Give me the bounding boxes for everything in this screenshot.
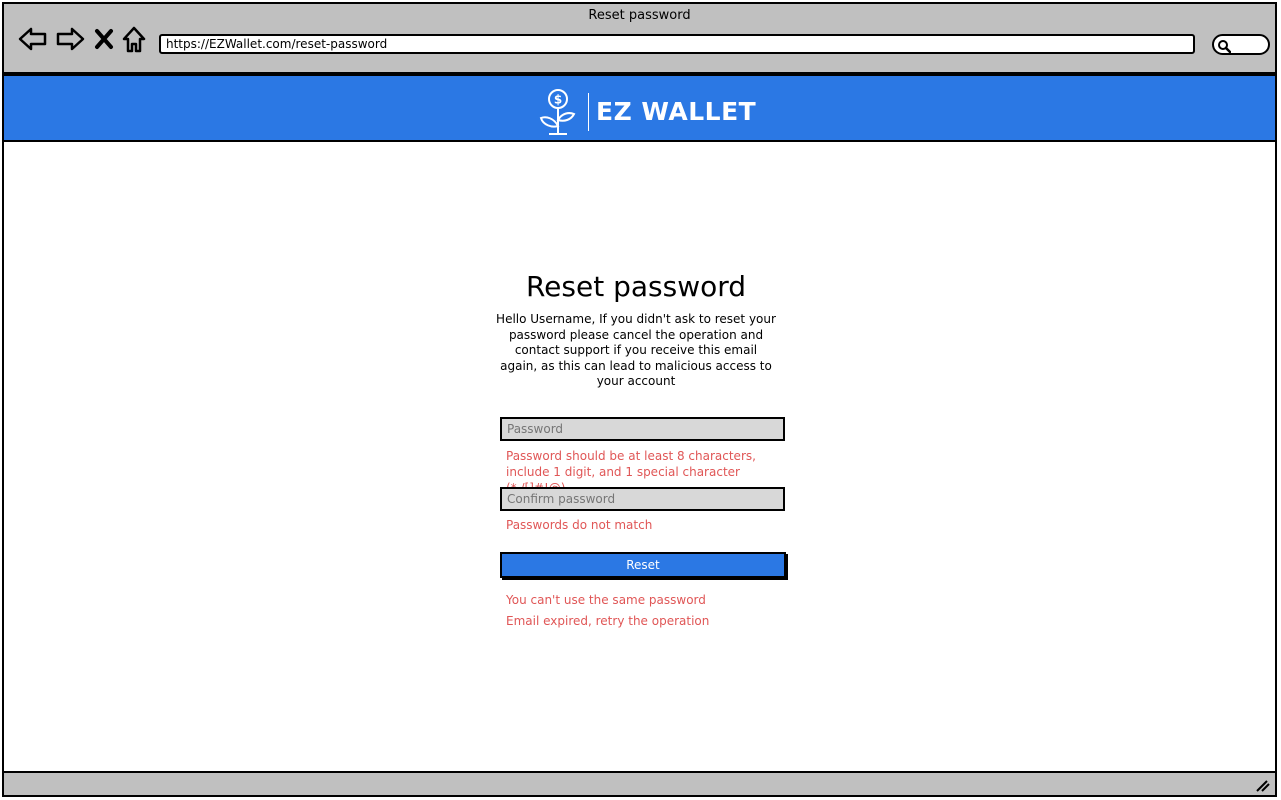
- money-plant-icon: $: [539, 89, 576, 135]
- search-box[interactable]: [1212, 34, 1270, 55]
- password-field[interactable]: [500, 417, 785, 441]
- same-password-error: You can't use the same password: [506, 593, 706, 607]
- reset-button[interactable]: Reset: [500, 552, 786, 578]
- window-title: Reset password: [588, 8, 691, 23]
- brand-name: EZ WALLET: [596, 97, 757, 126]
- logo-divider: [588, 93, 589, 131]
- page-title: Reset password: [525, 270, 747, 303]
- password-error-line1: Password should be at least 8 characters…: [506, 449, 756, 463]
- email-expired-error: Email expired, retry the operation: [506, 614, 710, 628]
- back-icon[interactable]: [18, 26, 48, 52]
- status-bar: [2, 771, 1277, 797]
- forward-icon[interactable]: [55, 26, 85, 52]
- close-icon[interactable]: [94, 28, 114, 50]
- browser-toolbar: Reset password https://EZWallet.com/rese…: [2, 2, 1277, 74]
- resize-grip-icon[interactable]: [1255, 779, 1271, 793]
- svg-text:$: $: [554, 93, 562, 107]
- search-icon: [1218, 40, 1231, 53]
- url-input[interactable]: https://EZWallet.com/reset-password: [159, 34, 1195, 54]
- confirm-password-error: Passwords do not match: [506, 518, 653, 532]
- app-header: $ EZ WALLET: [2, 74, 1277, 142]
- home-icon[interactable]: [121, 26, 147, 54]
- confirm-password-field[interactable]: [500, 487, 785, 511]
- intro-text: Hello Username, If you didn't ask to res…: [496, 312, 776, 389]
